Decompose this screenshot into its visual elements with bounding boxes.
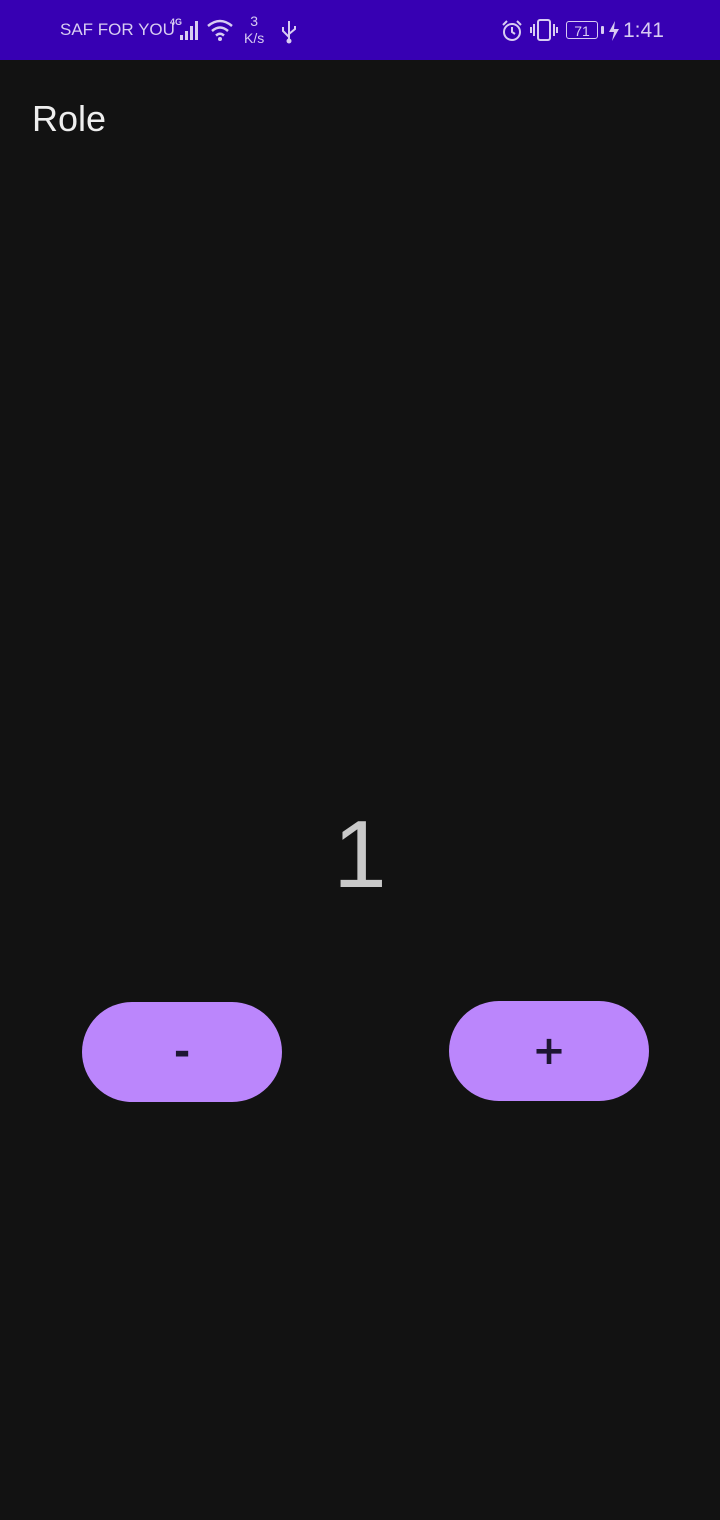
- wifi-icon: [206, 19, 234, 46]
- counter-value: 1: [333, 801, 387, 908]
- app-title: Role: [32, 98, 107, 139]
- alarm-icon: [500, 19, 524, 48]
- increment-label: +: [532, 1028, 566, 1074]
- speed-unit: K/s: [244, 30, 265, 46]
- speed-value: 3: [250, 13, 259, 29]
- increment-button[interactable]: +: [449, 1001, 649, 1101]
- vibrate-icon: [530, 18, 558, 47]
- status-bar: SAF FOR YOU 4G 3 K/s 71 1:41: [0, 0, 720, 60]
- network-speed: 3 K/s: [244, 13, 264, 47]
- decrement-label: -: [173, 1029, 191, 1075]
- battery-icon: 71: [566, 21, 598, 39]
- decrement-button[interactable]: -: [82, 1002, 282, 1102]
- usb-icon: [280, 20, 298, 49]
- clock: 1:41: [623, 19, 664, 42]
- battery-tip: [601, 26, 604, 34]
- carrier-name: SAF FOR YOU: [60, 20, 175, 39]
- signal-icon: [178, 20, 200, 45]
- charging-bolt-icon: [608, 21, 620, 46]
